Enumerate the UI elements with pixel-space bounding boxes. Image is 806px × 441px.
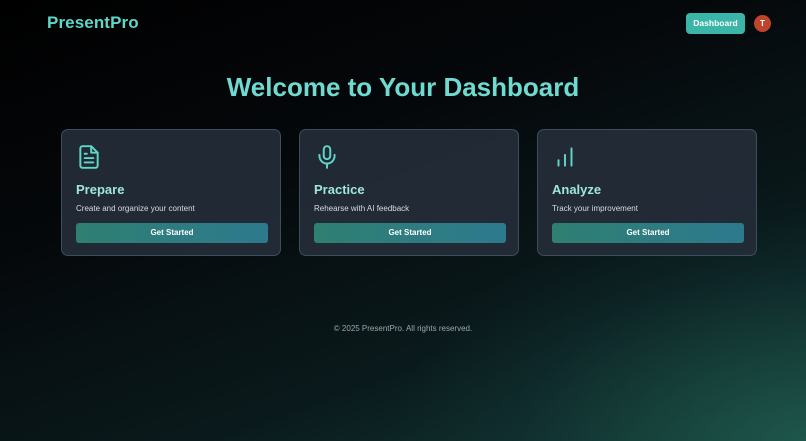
card-title: Practice: [314, 182, 365, 197]
analyze-get-started-button[interactable]: Get Started: [552, 223, 744, 243]
page-title: Welcome to Your Dashboard: [226, 72, 580, 102]
card-description: Rehearse with AI feedback: [314, 204, 410, 213]
card-prepare: Prepare Create and organize your content…: [61, 129, 281, 256]
card-title: Analyze: [552, 182, 602, 197]
card-description: Track your improvement: [552, 204, 638, 213]
microphone-icon: [314, 144, 340, 170]
avatar[interactable]: T: [754, 15, 771, 32]
card-analyze: Analyze Track your improvement Get Start…: [537, 129, 757, 256]
footer-copyright: © 2025 PresentPro. All rights reserved.: [333, 324, 473, 333]
logo[interactable]: PresentPro: [47, 13, 139, 33]
practice-get-started-button[interactable]: Get Started: [314, 223, 506, 243]
dashboard-button[interactable]: Dashboard: [686, 13, 745, 34]
card-practice: Practice Rehearse with AI feedback Get S…: [299, 129, 519, 256]
card-description: Create and organize your content: [76, 204, 195, 213]
document-icon: [76, 144, 102, 170]
card-title: Prepare: [76, 182, 125, 197]
prepare-get-started-button[interactable]: Get Started: [76, 223, 268, 243]
bar-chart-icon: [552, 144, 578, 170]
